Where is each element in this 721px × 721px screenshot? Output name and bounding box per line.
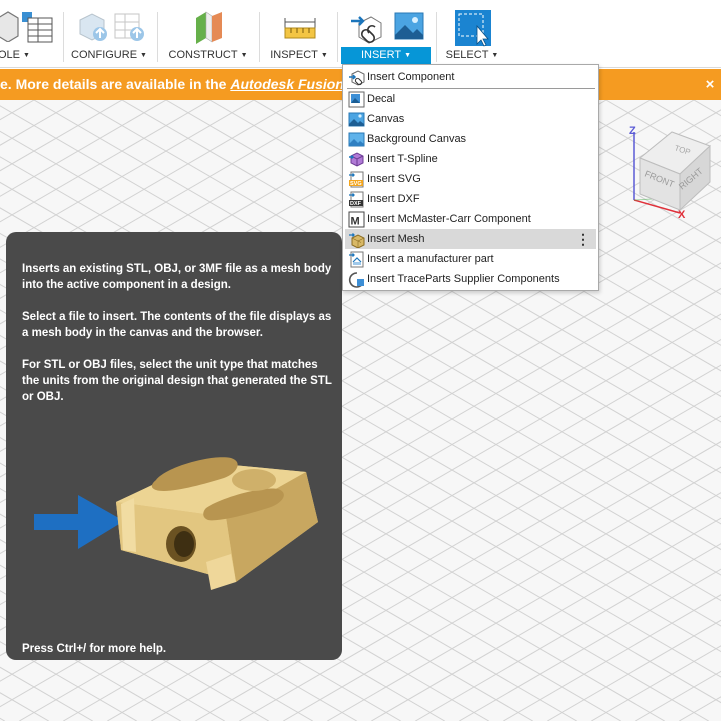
insert-image-icon bbox=[394, 12, 424, 40]
toolbar-label-construct: CONSTRUCT bbox=[168, 49, 238, 61]
measure-ruler-icon bbox=[284, 18, 316, 39]
menu-item-label: Insert Component bbox=[367, 71, 455, 83]
toolbar-group-configure[interactable]: CONFIGURE ▼ bbox=[67, 0, 151, 68]
traceparts-icon bbox=[348, 272, 364, 288]
menu-item-label: Insert TraceParts Supplier Components bbox=[367, 273, 560, 285]
configure-table-icon bbox=[114, 13, 144, 41]
toolbar-divider bbox=[157, 12, 158, 62]
insert-dropdown-menu: Insert Component Decal Canvas Background… bbox=[342, 64, 599, 291]
toolbar-label-inspect: INSPECT bbox=[270, 49, 318, 61]
dxf-file-icon: DXF bbox=[349, 191, 364, 208]
menu-item-insert-traceparts[interactable]: Insert TraceParts Supplier Components bbox=[345, 269, 596, 289]
menu-item-label: Insert T-Spline bbox=[367, 153, 438, 165]
menu-item-insert-dxf[interactable]: DXF Insert DXF bbox=[345, 189, 596, 209]
menu-item-insert-svg[interactable]: SVG Insert SVG bbox=[345, 169, 596, 189]
menu-item-insert-mesh[interactable]: Insert Mesh ⋮ bbox=[345, 229, 596, 249]
canvas-icon bbox=[348, 112, 365, 127]
t-spline-icon bbox=[349, 152, 364, 167]
toolbar-divider bbox=[259, 12, 260, 62]
view-cube[interactable]: TOP FRONT RIGHT Z X bbox=[620, 118, 721, 228]
menu-item-label: Decal bbox=[367, 93, 396, 105]
menu-item-insert-t-spline[interactable]: Insert T-Spline bbox=[345, 149, 596, 169]
insert-mesh-tooltip: Inserts an existing STL, OBJ, or 3MF fil… bbox=[6, 232, 342, 660]
manufacturer-part-icon bbox=[349, 251, 364, 268]
svg-text:M: M bbox=[351, 216, 360, 228]
menu-item-label: Insert Mesh bbox=[367, 233, 425, 245]
mesh-part-model bbox=[116, 457, 318, 590]
menu-item-label: Insert McMaster-Carr Component bbox=[367, 213, 531, 225]
toolbar-label-select: SELECT bbox=[445, 49, 489, 61]
menu-item-label: Insert a manufacturer part bbox=[367, 253, 494, 265]
toolbar-divider bbox=[63, 12, 64, 62]
toolbar-label-create: OLE bbox=[0, 49, 21, 61]
menu-item-canvas[interactable]: Canvas bbox=[345, 109, 596, 129]
menu-item-background-canvas[interactable]: Background Canvas bbox=[345, 129, 596, 149]
insert-derive-icon bbox=[351, 16, 382, 44]
banner-close-button[interactable]: × bbox=[703, 69, 717, 100]
toolbar-group-insert[interactable]: INSERT ▼ bbox=[341, 0, 431, 68]
solid-box-icon bbox=[0, 11, 19, 42]
insert-component-icon bbox=[349, 70, 365, 86]
menu-item-decal[interactable]: Decal bbox=[345, 89, 596, 109]
svg-file-icon: SVG bbox=[349, 171, 364, 188]
toolbar: OLE ▼ CONFIGURE ▼ CONSTRUCT ▼ INSPECT ▼ … bbox=[0, 0, 721, 68]
construct-plane-icon bbox=[196, 11, 222, 44]
blue-arrow-icon bbox=[34, 495, 124, 549]
more-options-icon[interactable]: ⋮ bbox=[576, 229, 590, 249]
menu-item-insert-manufacturer-part[interactable]: Insert a manufacturer part bbox=[345, 249, 596, 269]
toolbar-group-inspect[interactable]: INSPECT ▼ bbox=[264, 0, 334, 68]
menu-item-label: Insert DXF bbox=[367, 193, 420, 205]
toolbar-label-configure: CONFIGURE bbox=[71, 49, 138, 61]
mcmaster-carr-icon: M bbox=[348, 211, 365, 228]
banner-text: e. More details are available in the bbox=[0, 76, 231, 92]
menu-item-label: Background Canvas bbox=[367, 133, 467, 145]
toolbar-group-create[interactable]: OLE ▼ bbox=[0, 0, 56, 68]
toolbar-divider bbox=[436, 12, 437, 62]
decal-icon bbox=[348, 91, 365, 108]
mesh-part-illustration bbox=[34, 457, 318, 590]
insert-mesh-icon bbox=[349, 233, 365, 248]
toolbar-label-insert: INSERT bbox=[360, 49, 402, 61]
select-arrow-icon bbox=[455, 10, 491, 47]
table-icon bbox=[22, 12, 53, 43]
svg-text:SVG: SVG bbox=[350, 181, 362, 187]
toolbar-group-select[interactable]: SELECT ▼ bbox=[440, 0, 504, 68]
menu-item-insert-mcmaster-carr[interactable]: M Insert McMaster-Carr Component bbox=[345, 209, 596, 229]
menu-item-insert-component[interactable]: Insert Component bbox=[345, 67, 596, 87]
svg-text:DXF: DXF bbox=[350, 201, 362, 207]
toolbar-divider bbox=[337, 12, 338, 62]
menu-item-label: Insert SVG bbox=[367, 173, 421, 185]
configure-shape-icon bbox=[79, 13, 107, 41]
toolbar-group-construct[interactable]: CONSTRUCT ▼ bbox=[162, 0, 254, 68]
background-canvas-icon bbox=[348, 132, 365, 147]
tooltip-footer: Press Ctrl+/ for more help. bbox=[22, 643, 167, 655]
z-axis-label: Z bbox=[629, 125, 636, 137]
menu-item-label: Canvas bbox=[367, 113, 405, 125]
x-axis-label: X bbox=[678, 209, 686, 221]
